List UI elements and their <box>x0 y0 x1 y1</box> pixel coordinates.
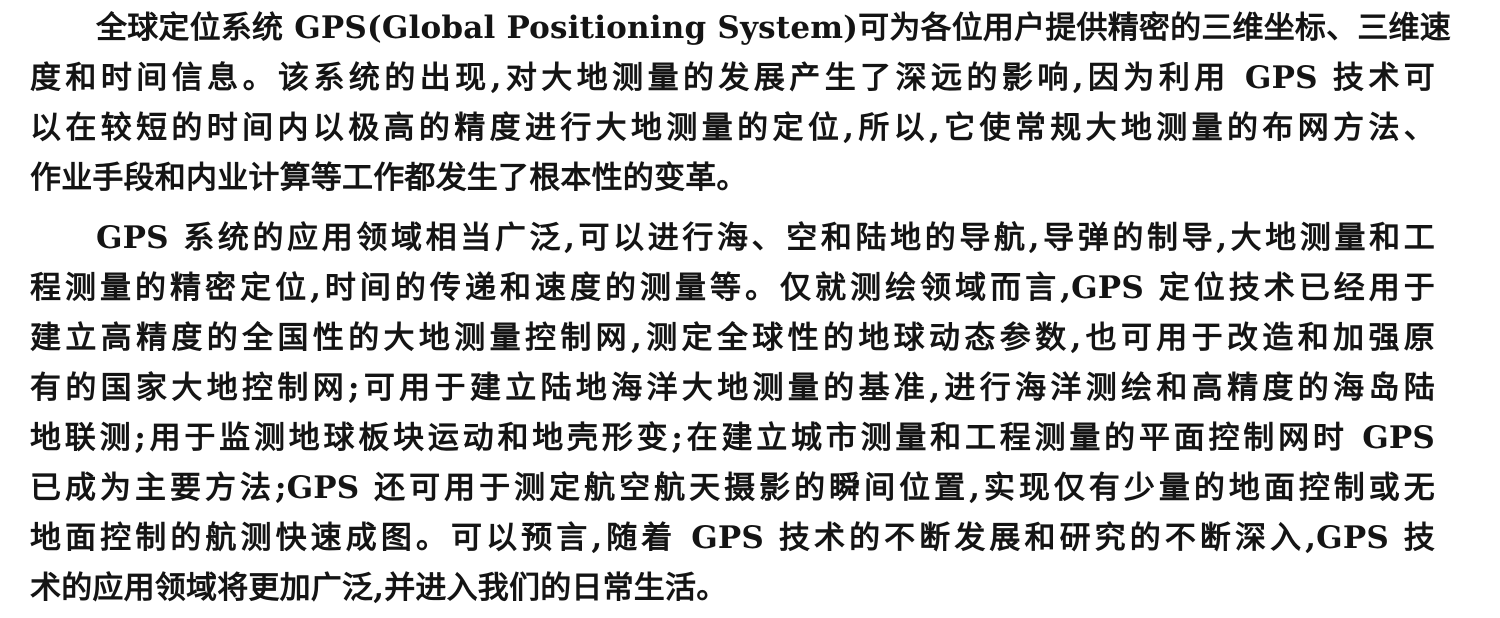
text-line: 术的应用领域将更加广泛,并进入我们的日常生活。 <box>30 570 728 606</box>
text-line: 建立高精度的全国性的大地测量控制网,测定全球性的地球动态参数,也可用于改造和加强… <box>30 320 1435 356</box>
text-line: 地面控制的航测快速成图。可以预言,随着 GPS 技术的不断发展和研究的不断深入,… <box>30 520 1435 556</box>
document-page: 全球定位系统 GPS(Global Positioning System)可为各… <box>0 0 1500 618</box>
text-line: 程测量的精密定位,时间的传递和速度的测量等。仅就测绘领域而言,GPS 定位技术已… <box>30 270 1435 306</box>
text-line: 度和时间信息。该系统的出现,对大地测量的发展产生了深远的影响,因为利用 GPS … <box>30 60 1435 96</box>
text-line: 全球定位系统 GPS(Global Positioning System)可为各… <box>96 10 1451 46</box>
text-line: GPS 系统的应用领域相当广泛,可以进行海、空和陆地的导航,导弹的制导,大地测量… <box>96 220 1435 256</box>
text-line: 地联测;用于监测地球板块运动和地壳形变;在建立城市测量和工程测量的平面控制网时 … <box>30 420 1435 456</box>
text-line: 已成为主要方法;GPS 还可用于测定航空航天摄影的瞬间位置,实现仅有少量的地面控… <box>30 470 1435 506</box>
text-line: 以在较短的时间内以极高的精度进行大地测量的定位,所以,它使常规大地测量的布网方法… <box>30 110 1435 146</box>
text-line: 作业手段和内业计算等工作都发生了根本性的变革。 <box>30 160 748 196</box>
text-line: 有的国家大地控制网;可用于建立陆地海洋大地测量的基准,进行海洋测绘和高精度的海岛… <box>30 370 1435 406</box>
